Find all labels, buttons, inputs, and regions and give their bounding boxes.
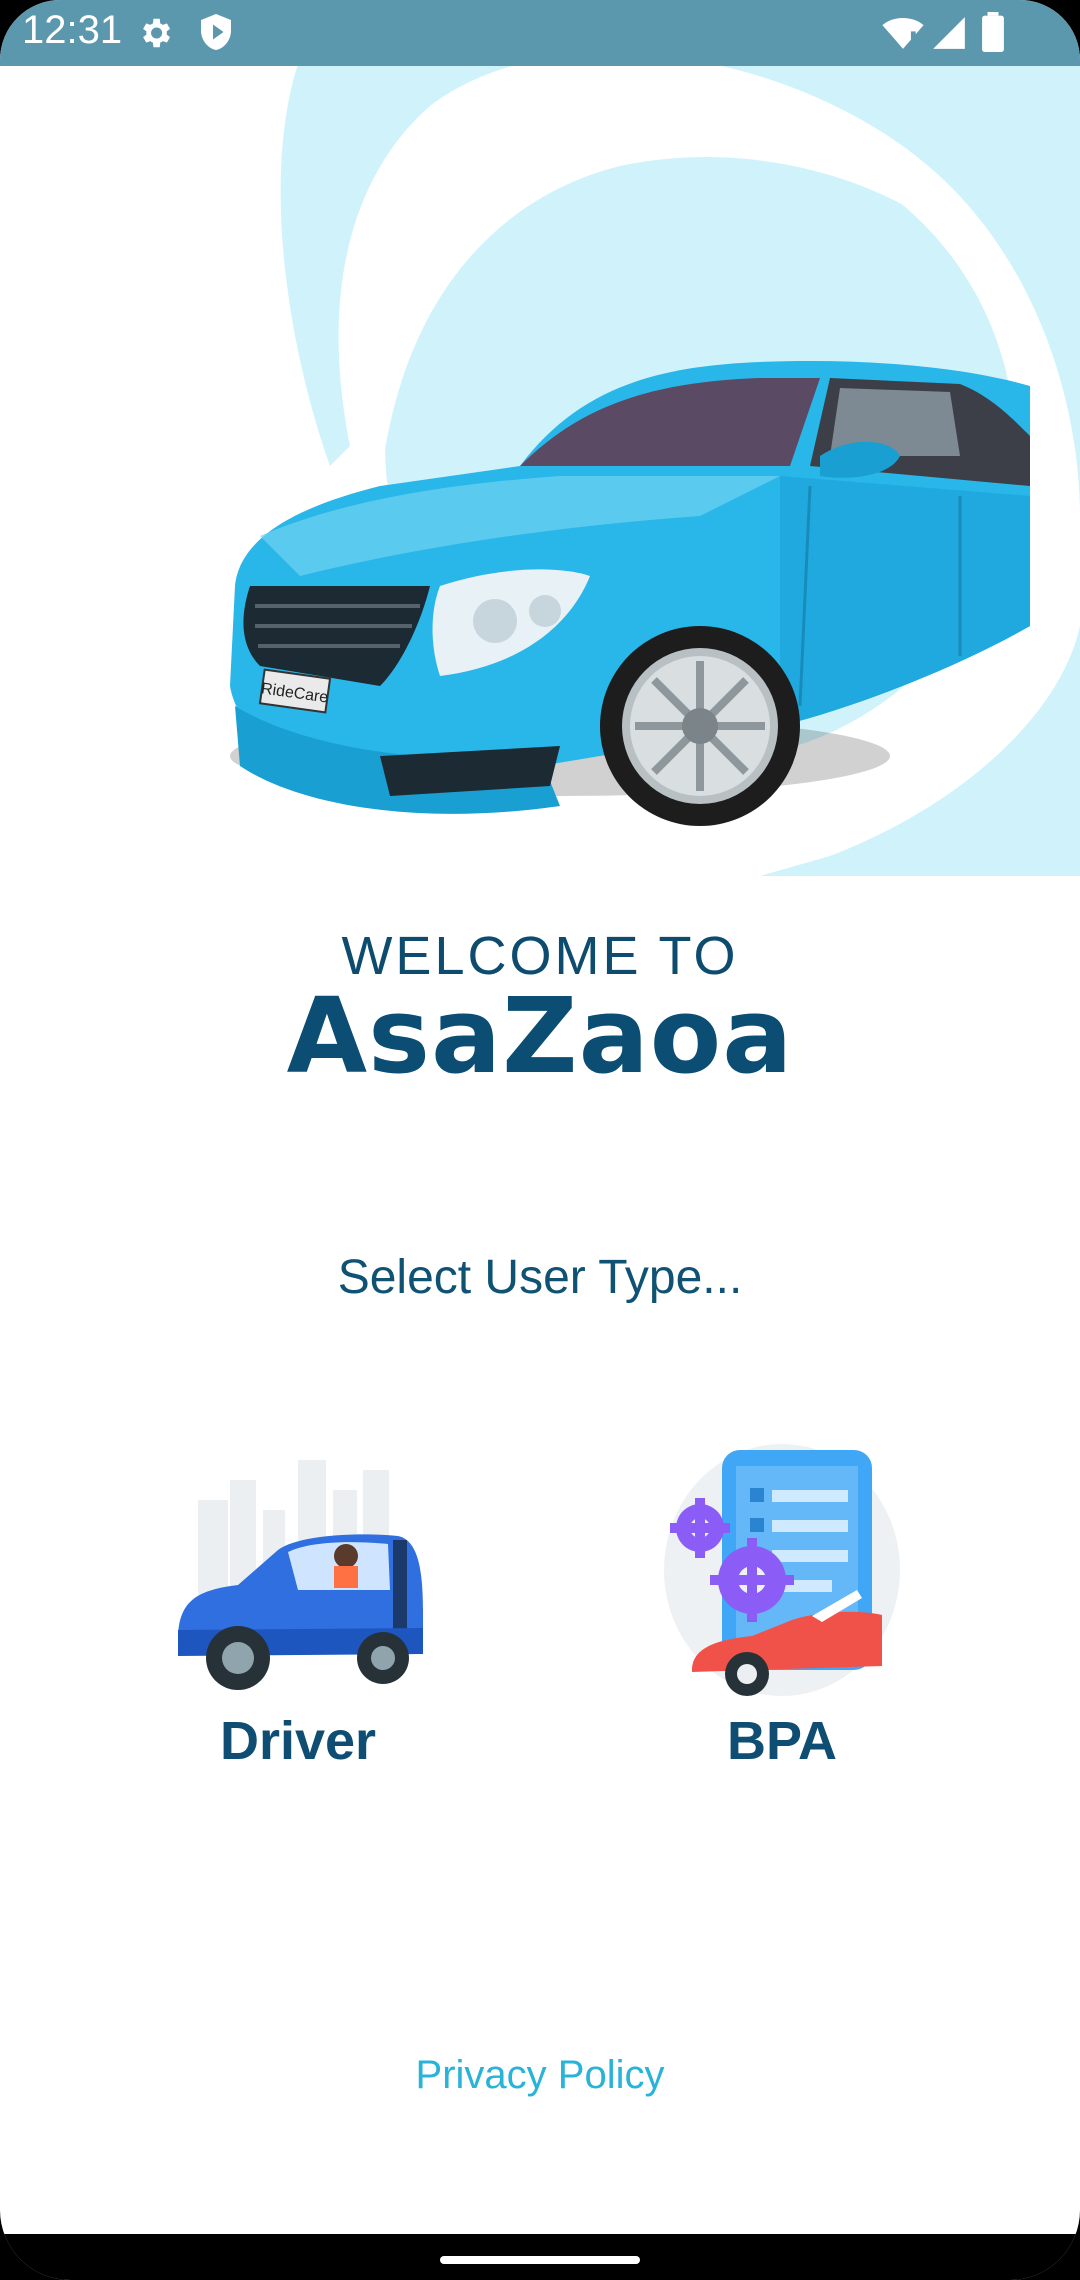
car-illustration: RideCare: [230, 66, 1080, 876]
driver-option-button[interactable]: Driver: [148, 1440, 448, 1790]
app-screen: 12:31 RideCare WELCOME TO AsaZaoa Select…: [0, 0, 1080, 2280]
signal-icon: [933, 17, 965, 49]
privacy-policy-link[interactable]: Privacy Policy: [0, 2053, 1080, 2098]
gear-icon: [143, 18, 171, 48]
home-gesture-handle[interactable]: [440, 2256, 640, 2264]
bpa-gears-icon: [664, 1444, 900, 1696]
hero-illustration: RideCare: [0, 66, 1080, 876]
select-user-type-label: Select User Type...: [337, 1251, 743, 1304]
app-brand-name: AsaZaoa: [286, 975, 794, 1097]
wifi-icon: [882, 17, 924, 51]
shield-icon: [201, 14, 231, 50]
bpa-label: BPA: [726, 1711, 837, 1771]
driver-label: Driver: [219, 1711, 377, 1771]
status-time: 12:31: [22, 8, 123, 52]
driver-car-icon: [178, 1460, 423, 1690]
status-bar: 12:31: [0, 0, 1080, 66]
battery-icon: [982, 12, 1004, 52]
bpa-option-button[interactable]: BPA: [632, 1440, 932, 1790]
